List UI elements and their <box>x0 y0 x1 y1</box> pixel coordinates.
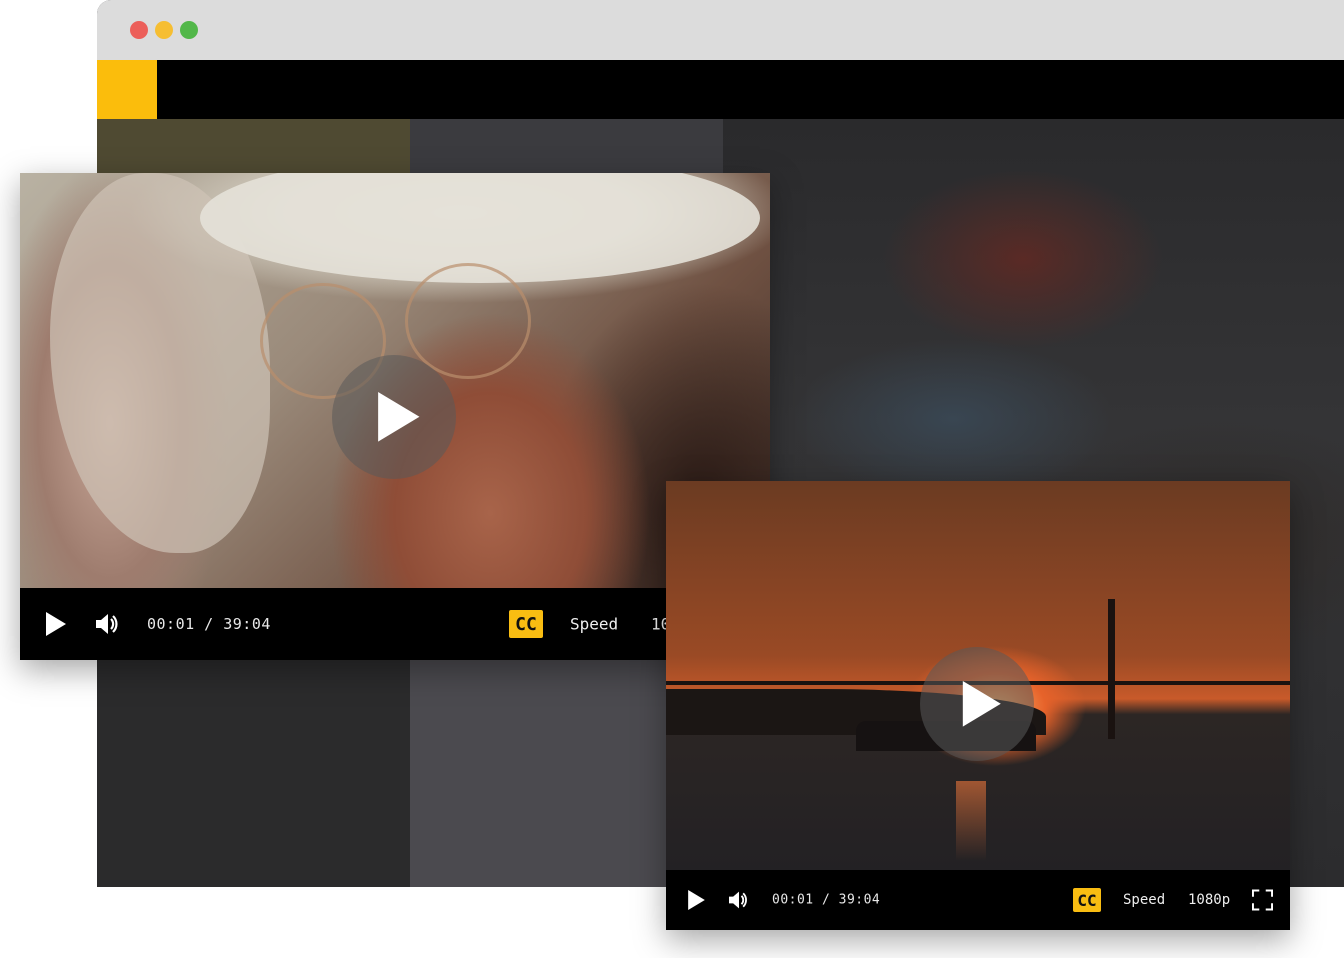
volume-button[interactable] <box>96 613 120 635</box>
player-controls: 00:01 / 39:04 CC Speed 1080p <box>20 588 770 660</box>
big-play-button[interactable] <box>920 647 1034 761</box>
quality-button[interactable]: 1080p <box>1188 892 1230 908</box>
video-image-detail <box>956 781 986 861</box>
background-thumbnail <box>97 659 410 887</box>
play-button[interactable] <box>688 890 705 910</box>
time-separator: / <box>813 892 839 908</box>
volume-icon <box>96 614 118 634</box>
current-time: 00:01 <box>772 892 814 908</box>
current-time: 00:01 <box>147 615 195 633</box>
site-navbar <box>97 60 1344 119</box>
big-play-button[interactable] <box>332 355 456 479</box>
play-icon <box>46 612 66 636</box>
close-window-button[interactable] <box>130 21 148 39</box>
speed-button[interactable]: Speed <box>1123 892 1165 908</box>
time-display: 00:01 / 39:04 <box>147 615 271 633</box>
player-controls: 00:01 / 39:04 CC Speed 1080p <box>666 870 1290 930</box>
site-logo[interactable] <box>97 60 157 119</box>
video-frame[interactable] <box>666 481 1290 870</box>
browser-titlebar <box>97 0 1344 60</box>
play-icon <box>962 681 1001 727</box>
video-player-sunset: 00:01 / 39:04 CC Speed 1080p <box>666 481 1290 930</box>
video-frame[interactable] <box>20 173 770 588</box>
volume-button[interactable] <box>729 891 749 910</box>
play-icon <box>378 392 420 442</box>
fullscreen-icon <box>1252 889 1273 911</box>
play-icon <box>688 890 705 910</box>
captions-button[interactable]: CC <box>509 610 543 638</box>
fullscreen-button[interactable] <box>1252 889 1273 911</box>
video-image-detail <box>1108 599 1115 739</box>
video-image-detail <box>405 263 531 379</box>
duration: 39:04 <box>223 615 271 633</box>
duration: 39:04 <box>838 892 881 908</box>
play-button[interactable] <box>46 612 66 636</box>
zoom-window-button[interactable] <box>180 21 198 39</box>
time-display: 00:01 / 39:04 <box>772 893 880 908</box>
background-thumbnail <box>97 119 410 179</box>
video-player-portrait: 00:01 / 39:04 CC Speed 1080p <box>20 173 770 660</box>
volume-icon <box>729 891 747 909</box>
captions-button[interactable]: CC <box>1073 888 1101 912</box>
background-thumbnail <box>410 119 725 179</box>
time-separator: / <box>194 615 224 633</box>
minimize-window-button[interactable] <box>155 21 173 39</box>
speed-button[interactable]: Speed <box>570 615 618 634</box>
